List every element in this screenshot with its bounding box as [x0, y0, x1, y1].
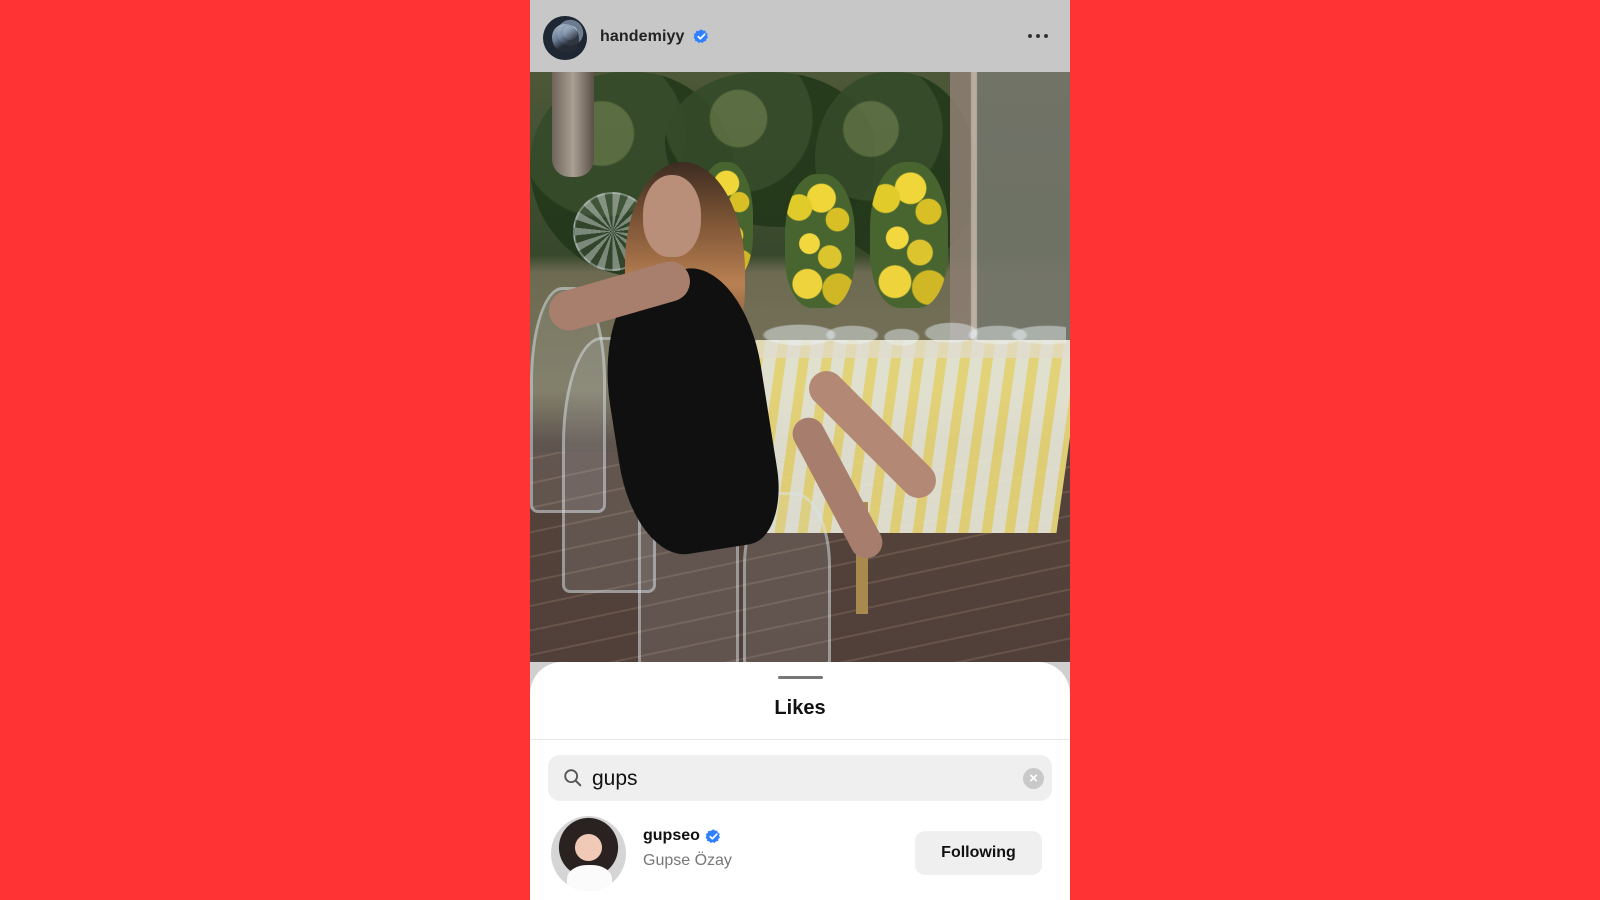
- verified-badge-icon: [705, 829, 721, 843]
- search-icon: [564, 769, 582, 787]
- likes-sheet: Likes × gupseo Gupse Özay Following: [530, 662, 1070, 900]
- post-photo[interactable]: [530, 72, 1070, 662]
- result-username[interactable]: gupseo: [643, 827, 700, 845]
- sheet-grabber[interactable]: [778, 676, 823, 679]
- likes-search-input[interactable]: [590, 761, 1004, 797]
- instagram-post-view: handemiyy Likes gups × gupseo Gupse Özay…: [530, 0, 1070, 900]
- post-username[interactable]: handemiyy: [600, 28, 685, 46]
- post-header: handemiyy: [530, 0, 1070, 72]
- clear-search-icon[interactable]: ×: [1023, 768, 1044, 789]
- result-full-name: Gupse Özay: [643, 852, 732, 869]
- likes-title: Likes: [774, 697, 826, 719]
- following-button[interactable]: Following: [915, 831, 1042, 875]
- like-result-row[interactable]: gupseo Gupse Özay Following: [548, 815, 1052, 893]
- profile-avatar[interactable]: [543, 16, 587, 60]
- sheet-divider: [530, 739, 1070, 740]
- verified-badge-icon: [693, 29, 709, 43]
- likes-search-box[interactable]: ×: [548, 755, 1052, 801]
- more-options-icon[interactable]: [1025, 27, 1053, 45]
- result-avatar[interactable]: [551, 816, 626, 891]
